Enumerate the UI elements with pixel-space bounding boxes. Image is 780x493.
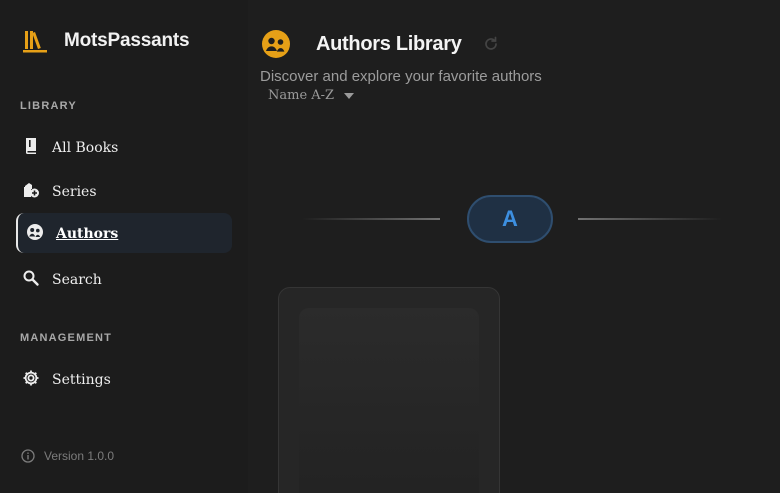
sidebar: MotsPassants LIBRARY All Books Series Au… xyxy=(0,0,248,493)
version-text: Version 1.0.0 xyxy=(44,449,115,463)
sidebar-item-all-books[interactable]: All Books xyxy=(16,127,232,167)
sidebar-item-label: Search xyxy=(52,272,102,288)
brand[interactable]: MotsPassants xyxy=(22,28,190,54)
sidebar-item-settings[interactable]: Settings xyxy=(16,359,232,399)
search-icon xyxy=(23,270,39,286)
letter-divider-left xyxy=(302,218,440,220)
gear-icon xyxy=(23,370,39,386)
sort-select-value: Name A-Z xyxy=(268,88,335,103)
letter-divider-right xyxy=(578,218,722,220)
page-title: Authors Library xyxy=(316,33,462,55)
letter-group-badge: A xyxy=(467,195,553,243)
brand-name: MotsPassants xyxy=(64,30,190,51)
author-card[interactable] xyxy=(278,287,500,493)
authors-icon xyxy=(27,224,43,240)
sidebar-item-label: All Books xyxy=(52,140,119,156)
letter-group-text: A xyxy=(502,206,518,231)
library-section-label: LIBRARY xyxy=(20,100,77,112)
authors-icon xyxy=(262,30,290,58)
management-section-label: MANAGEMENT xyxy=(20,332,113,344)
sidebar-item-label: Series xyxy=(52,184,97,200)
sidebar-item-label: Settings xyxy=(52,372,111,388)
sidebar-item-label: Authors xyxy=(56,226,119,242)
sidebar-item-series[interactable]: Series xyxy=(16,171,232,211)
author-card-image xyxy=(299,308,479,493)
series-icon xyxy=(24,183,39,198)
sidebar-item-search[interactable]: Search xyxy=(16,259,232,299)
chevron-down-icon xyxy=(344,92,355,99)
info-icon xyxy=(21,449,35,463)
sidebar-item-authors[interactable]: Authors xyxy=(16,213,232,253)
book-icon xyxy=(26,138,36,154)
sort-select[interactable]: Name A-Z xyxy=(268,88,355,103)
version-info: Version 1.0.0 xyxy=(20,448,114,464)
refresh-icon[interactable] xyxy=(482,35,500,53)
page-subtitle: Discover and explore your favorite autho… xyxy=(260,68,542,85)
books-icon xyxy=(23,31,47,53)
